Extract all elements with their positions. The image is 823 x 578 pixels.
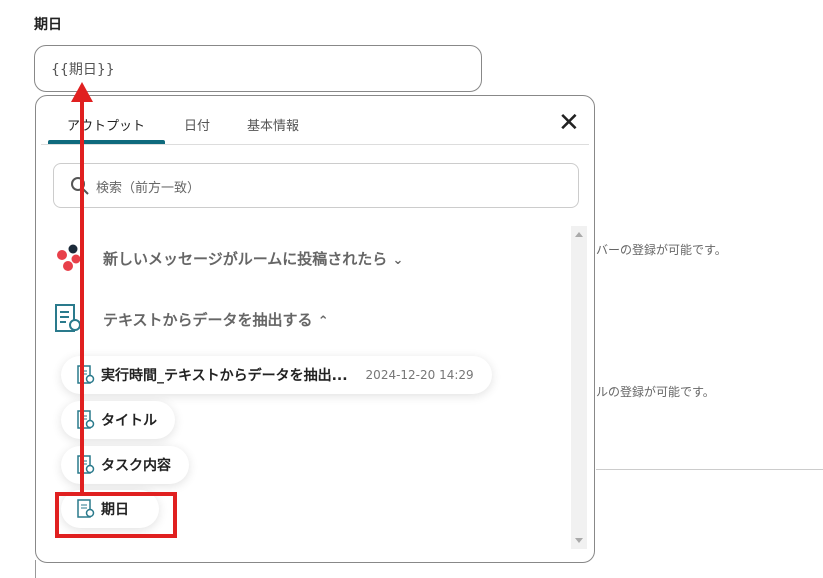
annotation-arrow: [71, 82, 93, 492]
